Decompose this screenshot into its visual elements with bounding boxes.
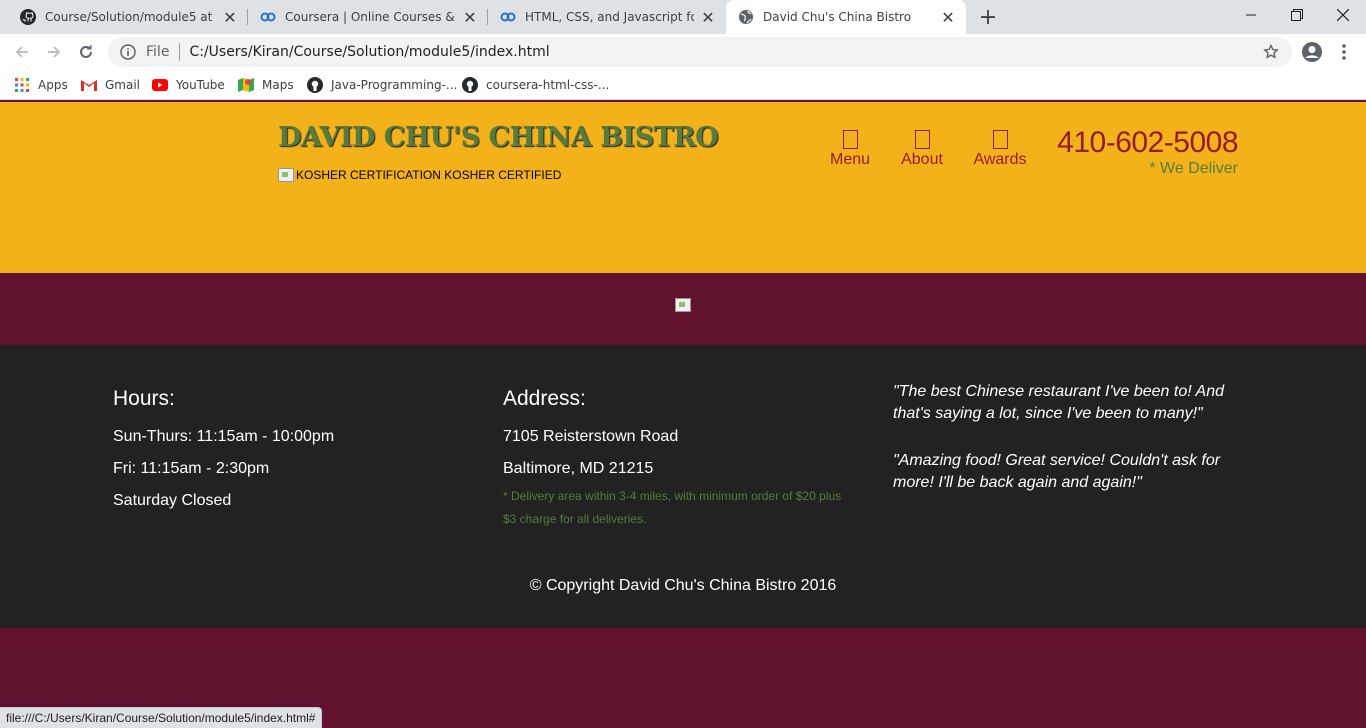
restore-icon: [1291, 9, 1303, 21]
bookmark-youtube[interactable]: YouTube: [152, 76, 225, 94]
page-viewport: DAVID CHU'S CHINA BISTRO KOSHER CERTIFIC…: [0, 102, 1366, 728]
bookmark-gmail[interactable]: Gmail: [81, 76, 140, 94]
account-icon[interactable]: [1301, 41, 1323, 63]
tab-title: David Chu's China Bistro: [763, 10, 912, 24]
site-footer: Hours: Sun-Thurs: 11:15am - 10:00pm Fri:…: [0, 345, 1366, 628]
kosher-alt-text: KOSHER CERTIFICATION KOSHER CERTIFIED: [296, 168, 562, 182]
address-title: Address:: [503, 387, 586, 410]
close-tab-icon[interactable]: ✕: [222, 8, 238, 27]
site-header: DAVID CHU'S CHINA BISTRO KOSHER CERTIFIC…: [0, 102, 1366, 273]
bookmark-label: Gmail: [105, 78, 141, 92]
hours-title: Hours:: [113, 387, 175, 410]
broken-image-icon: [675, 298, 691, 312]
close-tab-icon[interactable]: ✕: [700, 8, 716, 27]
about-glyph-icon: [914, 130, 930, 149]
address-line: 7105 Reisterstown Road: [503, 428, 679, 445]
nav-label: Awards: [973, 151, 1027, 168]
maps-icon: [238, 77, 254, 93]
more-options-icon[interactable]: [1334, 42, 1354, 62]
arrow-right-icon: [48, 46, 61, 58]
coursera-icon: [260, 9, 276, 25]
youtube-icon: [152, 77, 168, 93]
tab-github-module5[interactable]: Course/Solution/module5 at gh-pages · ..…: [8, 0, 248, 34]
globe-icon: [738, 9, 754, 25]
nav-label: Menu: [829, 151, 871, 168]
tab-coursera-html-css[interactable]: HTML, CSS, and Javascript for Web Develo…: [488, 0, 726, 34]
bookmarks-bar: Apps Gmail YouTube Maps Java-Programming…: [0, 70, 1366, 100]
tab-coursera[interactable]: Coursera | Online Courses & Credentials …: [248, 0, 488, 34]
url-scheme-label: File: [146, 44, 170, 60]
minimize-icon: [1246, 14, 1256, 16]
bookmark-label: Apps: [38, 78, 68, 92]
reload-icon: [80, 45, 92, 58]
bookmark-java-programming[interactable]: Java-Programming-...: [307, 76, 457, 94]
status-bar-url: file:///C:/Users/Kiran/Course/Solution/m…: [0, 707, 323, 728]
restaurant-name[interactable]: DAVID CHU'S CHINA BISTRO: [278, 122, 719, 153]
github-icon: [462, 77, 478, 93]
url-text[interactable]: C:/Users/Kiran/Course/Solution/module5/i…: [189, 44, 1262, 60]
bookmark-label: coursera-html-css-...: [486, 78, 610, 92]
awards-glyph-icon: [992, 130, 1008, 149]
address-line: Baltimore, MD 21215: [503, 460, 654, 477]
close-icon: [1337, 9, 1349, 21]
address-bar[interactable]: File C:/Users/Kiran/Course/Solution/modu…: [108, 37, 1292, 67]
phone-block: 410-602-5008 * We Deliver: [1057, 126, 1238, 178]
nav-awards-link[interactable]: Awards: [970, 130, 1030, 169]
tab-china-bistro[interactable]: David Chu's China Bistro ✕: [726, 0, 966, 34]
info-icon[interactable]: [120, 44, 136, 60]
bookmark-star-icon[interactable]: [1262, 43, 1280, 61]
bookmark-coursera-html-css[interactable]: coursera-html-css-...: [462, 76, 609, 94]
github-icon: [307, 77, 323, 93]
minimize-button[interactable]: [1228, 0, 1274, 30]
bookmark-label: Maps: [262, 78, 294, 92]
we-deliver-label: * We Deliver: [1149, 160, 1238, 177]
browser-toolbar: File C:/Users/Kiran/Course/Solution/modu…: [0, 34, 1366, 70]
hours-line: Saturday Closed: [113, 492, 232, 509]
reload-button[interactable]: [74, 40, 98, 64]
copyright-text: © Copyright David Chu's China Bistro 201…: [529, 577, 837, 594]
bookmark-apps[interactable]: Apps: [14, 76, 68, 94]
new-tab-button[interactable]: +: [976, 5, 1000, 30]
hours-line: Fri: 11:15am - 2:30pm: [113, 460, 270, 477]
forward-button[interactable]: [42, 40, 66, 64]
tab-strip: Course/Solution/module5 at gh-pages · ..…: [0, 0, 1366, 34]
arrow-left-icon: [15, 46, 28, 58]
close-tab-icon[interactable]: ✕: [940, 8, 956, 27]
jumbotron: [0, 273, 1366, 345]
hours-line: Sun-Thurs: 11:15am - 10:00pm: [113, 428, 335, 445]
back-button[interactable]: [10, 40, 34, 64]
close-tab-icon[interactable]: ✕: [462, 8, 478, 27]
apps-grid-icon: [14, 77, 30, 93]
coursera-icon: [500, 9, 516, 25]
nav-menu-link[interactable]: Menu: [820, 130, 880, 169]
bookmark-label: Java-Programming-...: [331, 78, 458, 92]
github-icon: [20, 9, 36, 25]
gmail-icon: [81, 77, 97, 93]
tab-title: HTML, CSS, and Javascript for Web Develo…: [525, 10, 694, 24]
bookmark-label: YouTube: [176, 78, 225, 92]
kosher-certification-image: KOSHER CERTIFICATION KOSHER CERTIFIED: [278, 168, 561, 182]
menu-glyph-icon: [842, 130, 858, 149]
nav-label: About: [901, 151, 943, 168]
testimonial-quote: "The best Chinese restaurant I've been t…: [893, 383, 1225, 422]
testimonial-quote: "Amazing food! Great service! Couldn't a…: [893, 452, 1221, 491]
restore-button[interactable]: [1274, 0, 1320, 30]
phone-number-link[interactable]: 410-602-5008: [1057, 126, 1238, 160]
broken-image-icon: [278, 168, 294, 182]
nav-about-link[interactable]: About: [892, 130, 952, 169]
delivery-note: * Delivery area within 3-4 miles, with m…: [503, 489, 842, 526]
close-window-button[interactable]: [1320, 0, 1366, 30]
tab-title: Course/Solution/module5 at gh-pages · ..…: [45, 10, 216, 24]
bookmark-maps[interactable]: Maps: [238, 76, 294, 94]
tab-title: Coursera | Online Courses & Credentials: [285, 10, 456, 24]
